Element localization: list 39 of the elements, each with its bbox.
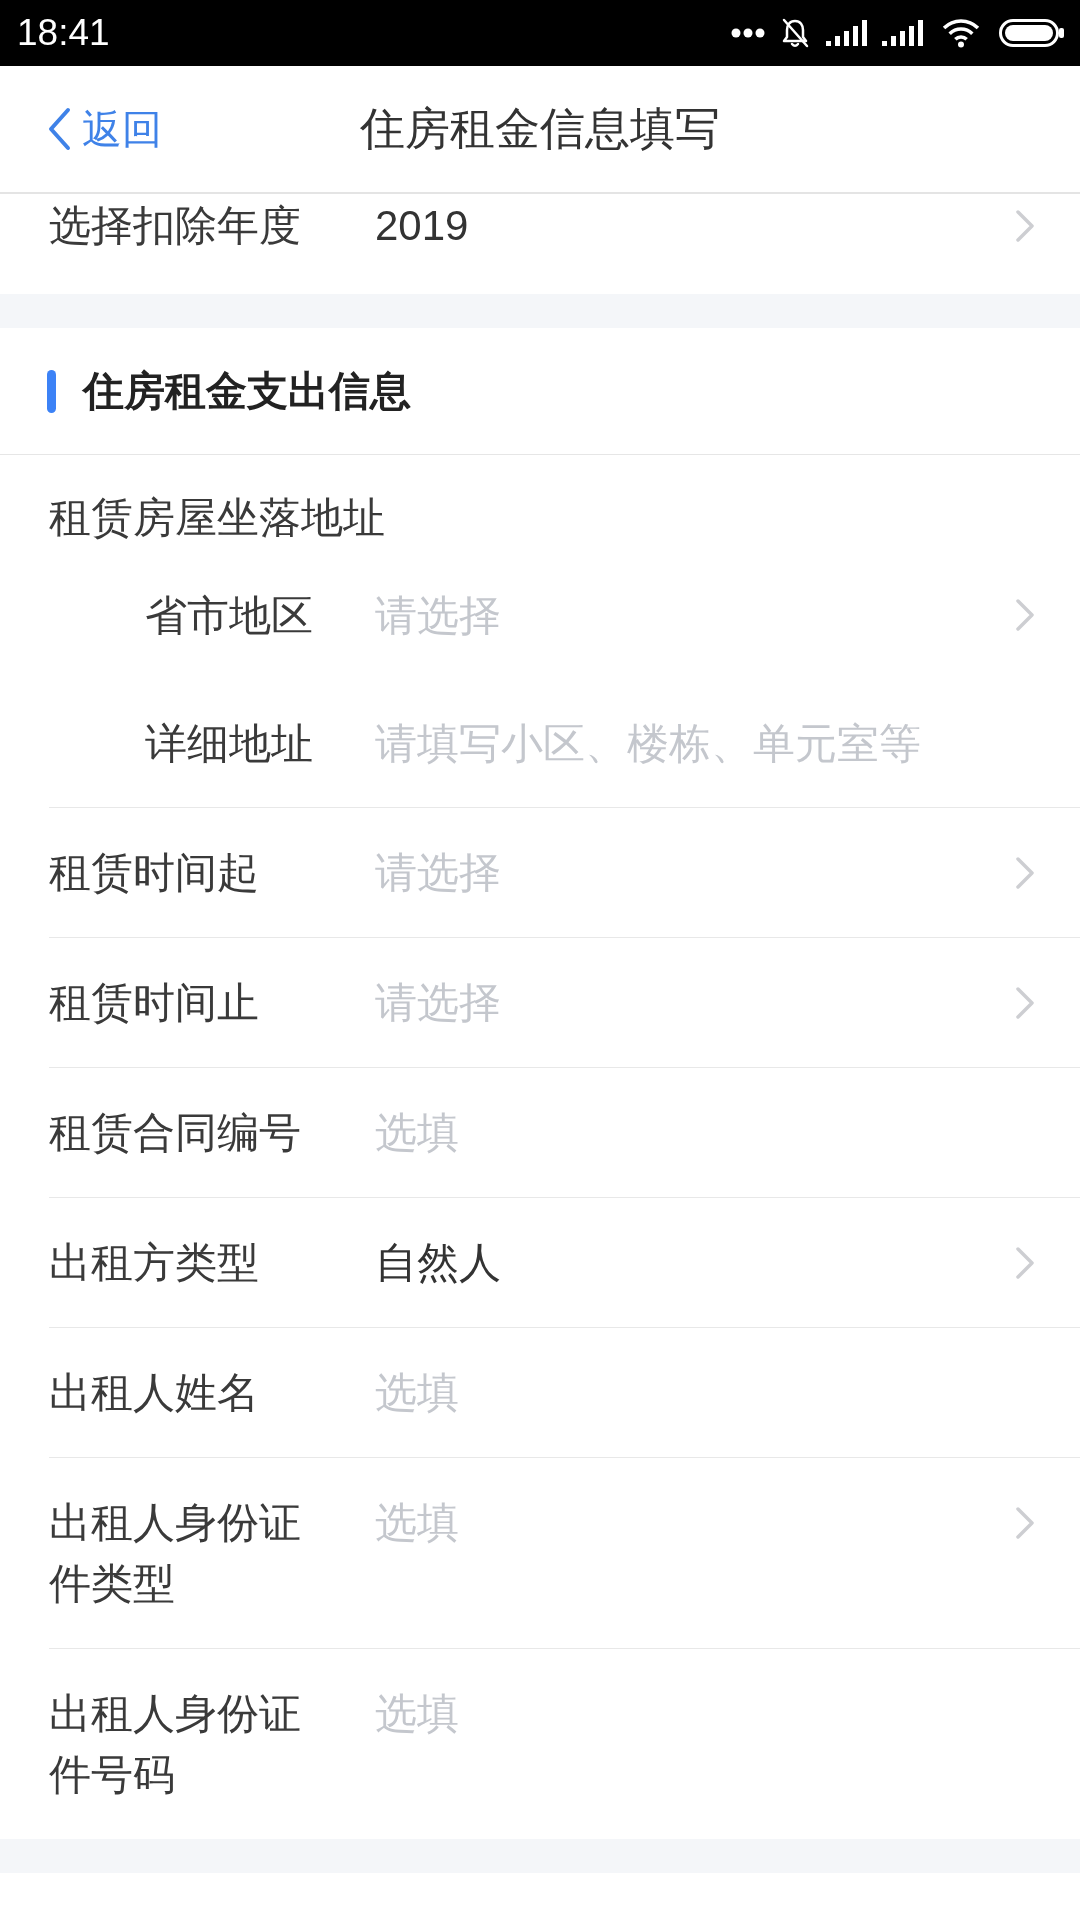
chevron-right-icon: [1015, 855, 1035, 890]
picker-field[interactable]: 自然人: [375, 1232, 1035, 1293]
field-label: 出租方类型: [49, 1238, 259, 1288]
field-label: 出租人身份证件类型: [49, 1498, 302, 1609]
field-label: 省市地区: [145, 590, 313, 641]
wifi-icon: [941, 18, 981, 48]
picker-field[interactable]: 2019: [375, 201, 1035, 251]
back-chevron-icon: [47, 107, 71, 151]
text-input[interactable]: 选填: [375, 1683, 1035, 1744]
chevron-right-icon: [1015, 1245, 1035, 1280]
chevron-right-icon: [1015, 985, 1035, 1020]
field-label: 详细地址: [145, 718, 313, 769]
signal-icon: [882, 20, 923, 46]
accent-bar: [47, 369, 56, 413]
back-button[interactable]: 返回: [47, 105, 162, 153]
chevron-right-icon: [1015, 1505, 1035, 1540]
picker-field[interactable]: 请选择: [375, 972, 1035, 1033]
page-title: 住房租金信息填写: [360, 102, 720, 156]
status-time: 18:41: [17, 11, 110, 55]
section-title: 住房租金支出信息: [83, 367, 411, 416]
field-label: 租赁时间起: [49, 848, 259, 898]
battery-icon: [999, 19, 1064, 47]
more-dots-icon: [731, 28, 765, 38]
text-input[interactable]: 选填: [375, 1362, 1035, 1423]
signal-icon: [826, 20, 867, 46]
muted-bell-icon: [780, 17, 810, 49]
chevron-right-icon: [1015, 209, 1035, 243]
field-label: 出租人身份证件号码: [49, 1689, 302, 1800]
text-input[interactable]: 选填: [375, 1102, 1035, 1163]
picker-field[interactable]: 请选择: [375, 842, 1035, 903]
field-label: 选择扣除年度: [49, 201, 301, 251]
field-label: 租赁合同编号: [49, 1108, 301, 1158]
picker-field[interactable]: 选填: [375, 1492, 1035, 1553]
chevron-right-icon: [1015, 598, 1035, 632]
picker-field[interactable]: 请选择: [375, 584, 1035, 646]
text-input[interactable]: 请填写小区、楼栋、单元室等: [375, 712, 1035, 774]
field-label: 租赁时间止: [49, 978, 259, 1028]
field-label: 租赁房屋坐落地址: [49, 493, 385, 543]
field-label: 出租人姓名: [49, 1368, 259, 1418]
